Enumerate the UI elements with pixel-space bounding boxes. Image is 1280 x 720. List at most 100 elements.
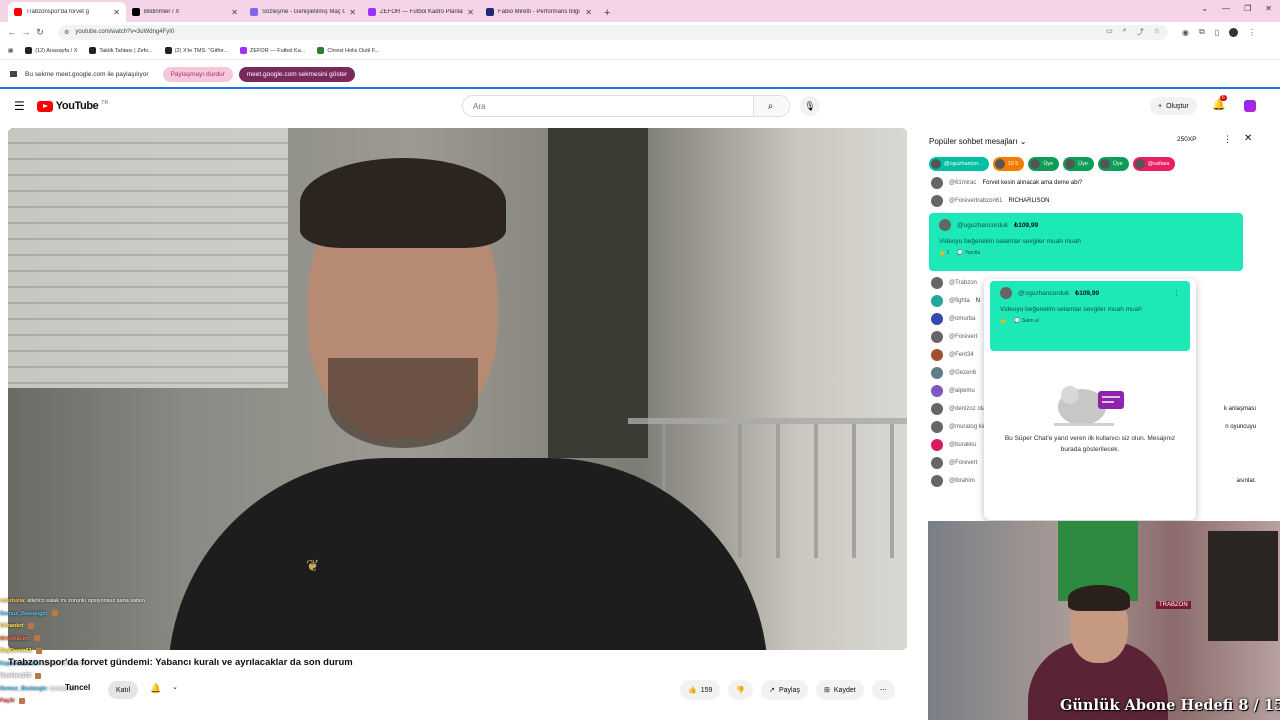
dislike-button[interactable]: 👎	[728, 680, 754, 700]
x-favicon-icon	[164, 47, 172, 54]
chat-mode-dropdown[interactable]: Popüler sohbet mesajları ⌄	[929, 137, 1026, 146]
share-button[interactable]: ↗ Paylaş	[761, 680, 809, 700]
forward-icon[interactable]: →	[20, 27, 32, 37]
ticker-item[interactable]: @oguzhancor...	[929, 157, 989, 171]
create-button[interactable]: + Oluştur	[1150, 97, 1197, 115]
bookmark-item[interactable]: (2) X'te TMS: "Gitfor...	[164, 47, 228, 54]
emote-icon	[36, 647, 43, 654]
emote-icon	[33, 635, 40, 642]
super-chat-message[interactable]: @oguzhancorduk ₺109,99 Videoyu beğenelim …	[929, 213, 1243, 271]
back-icon[interactable]: ←	[6, 27, 18, 37]
profile-avatar[interactable]	[1229, 27, 1239, 37]
share-icon[interactable]: ⤴	[1137, 27, 1144, 37]
channel-avatar[interactable]	[1244, 100, 1256, 112]
site-info-icon[interactable]: ⚙	[64, 29, 69, 36]
browser-tab[interactable]: Fabio Miretti - Performans bilgi ✕	[480, 2, 598, 22]
bookmark-star-icon[interactable]: ☆	[1154, 27, 1160, 37]
close-window-icon[interactable]: ✕	[1265, 4, 1272, 13]
site-favicon-icon	[317, 47, 325, 54]
cast-icon[interactable]: ▭	[1106, 27, 1113, 37]
subscribe-bell-icon[interactable]: 🔔	[150, 683, 161, 694]
like-count[interactable]: 👍 1	[939, 250, 949, 256]
bookmark-item[interactable]: Taktik Tahtası | Zefo...	[89, 47, 153, 54]
apps-grid-icon[interactable]: ▦	[8, 48, 13, 54]
browser-tab[interactable]: ZEFOR — Futbol Kadro Planları ✕	[362, 2, 480, 22]
chat-more-icon[interactable]: ⋮	[1223, 134, 1232, 145]
close-tab-icon[interactable]: ✕	[585, 8, 592, 17]
reply-button[interactable]: 💬 Yanıtla	[957, 250, 980, 256]
avatar	[931, 331, 943, 343]
menu-hamburger-icon[interactable]: ☰	[14, 99, 25, 113]
close-tab-icon[interactable]: ✕	[113, 8, 120, 17]
chat-message[interactable]: @Forevertrabzon61 RICHARLISON	[923, 192, 1266, 210]
tab-search-icon[interactable]: ⌄	[1201, 4, 1208, 13]
join-button[interactable]: Katıl	[108, 681, 139, 699]
url-text: youtube.com/watch?v=3uWdng4FyI0	[75, 29, 175, 35]
bookmark-item[interactable]: Chrest Holis Outil F...	[317, 47, 379, 54]
show-meet-tab-button[interactable]: meet.google.com sekmesini göster	[238, 66, 356, 82]
youtube-logo[interactable]: YouTube TR	[36, 100, 108, 112]
address-bar[interactable]: ⚙ youtube.com/watch?v=3uWdng4FyI0 ▭ ⌕ ⤴ …	[58, 24, 1168, 40]
close-chat-icon[interactable]: ✕	[1244, 133, 1252, 144]
youtube-play-icon	[36, 100, 53, 112]
tiktok-favicon-icon	[89, 47, 97, 54]
avatar	[931, 277, 943, 289]
restore-icon[interactable]: ❐	[1244, 4, 1251, 13]
laurel-logo-icon: ❦	[306, 558, 320, 575]
ticker-item[interactable]: Üye	[1097, 157, 1129, 171]
like-button[interactable]: 👍 159	[680, 680, 721, 700]
trabzon-sign: TRABZON	[1156, 601, 1191, 609]
popup-more-icon[interactable]: ⋮	[1174, 289, 1181, 297]
emote-icon	[27, 622, 34, 629]
reload-icon[interactable]: ↻	[34, 27, 46, 38]
chat-message[interactable]: @61mirac Forvet kesin alınacak ama deme a…	[923, 174, 1266, 192]
plus-icon: +	[1158, 102, 1163, 110]
extension-icon[interactable]: ◉	[1182, 28, 1189, 37]
microphone-icon[interactable]: 🎙	[800, 96, 820, 116]
browser-tab[interactable]: Sözleşme - Genişletilmiş Maç Ö ✕	[244, 2, 362, 22]
save-button[interactable]: ⊞ Kaydet	[816, 680, 864, 700]
super-chat-author: @oguzhancorduk	[957, 221, 1009, 229]
browser-tab[interactable]: Trabzonspor'da forvet g ✕	[8, 2, 126, 22]
like-icon[interactable]: 👍	[1000, 318, 1006, 324]
sidebar-icon[interactable]: ▯	[1215, 28, 1219, 37]
new-tab-button[interactable]: +	[598, 7, 616, 22]
ticker-item[interactable]: Üye	[1063, 157, 1094, 171]
search-input[interactable]	[463, 101, 753, 111]
bookmarks-bar: ▦ (12) Anasayfa / X Taktik Tahtası | Zef…	[0, 42, 1280, 60]
close-tab-icon[interactable]: ✕	[467, 8, 474, 17]
extensions-puzzle-icon[interactable]: ⧉	[1199, 27, 1205, 37]
tab-label: Sözleşme - Genişletilmiş Maç Ö	[262, 9, 346, 15]
menu-dots-icon[interactable]: ⋮	[1248, 28, 1256, 37]
overlay-chat-line: Orhankrt:	[0, 620, 270, 633]
ticker-item[interactable]: @safasa	[1132, 157, 1176, 171]
video-actions-row: Tuncel Katıl 🔔 ⌄ 👍 159 👎 ↗ Paylaş ⊞ Kaydet …	[0, 679, 910, 703]
close-tab-icon[interactable]: ✕	[349, 8, 356, 17]
ticker-item[interactable]: Üye	[1028, 157, 1060, 171]
tab-sharing-bar: Bu sekme meet.google.com ile paylaşılıyo…	[0, 61, 1280, 89]
overlay-chat-line: BayDemir61:	[0, 645, 270, 658]
popup-super-chat: @oguzhancorduk ₺109,99 ⋮ Videoyu beğenelim…	[990, 281, 1190, 351]
bookmark-item[interactable]: (12) Anasayfa / X	[25, 47, 77, 54]
buy-button[interactable]: 💬 Satın al	[1014, 318, 1039, 324]
youtube-wordmark: YouTube	[55, 100, 99, 112]
close-tab-icon[interactable]: ✕	[231, 8, 238, 17]
webcam-overlay: TRABZON Günlük Abone Hedefi 8 / 15	[928, 521, 1280, 720]
stop-sharing-button[interactable]: Paylaşmayı durdur	[162, 66, 233, 82]
search-icon[interactable]: ⌕	[753, 96, 787, 116]
more-actions-button[interactable]: ⋯	[871, 680, 895, 700]
zoom-icon[interactable]: ⌕	[1123, 27, 1127, 37]
ticker-item[interactable]: 10 5	[992, 157, 1025, 171]
engagement-buttons: 👍 159 👎 ↗ Paylaş ⊞ Kaydet ⋯	[680, 680, 895, 700]
tab-label: ZEFOR — Futbol Kadro Planları	[380, 9, 464, 15]
site-favicon-icon	[250, 8, 258, 16]
avatar	[931, 349, 943, 361]
minimize-icon[interactable]: —	[1222, 4, 1230, 13]
super-chat-ticker: @oguzhancor... 10 5 Üye Üye Üye @safasa	[923, 154, 1266, 174]
channel-name[interactable]: Tuncel	[65, 683, 90, 692]
zefor-favicon-icon	[368, 8, 376, 16]
bookmark-item[interactable]: ZEFOR — Futbol Ka...	[240, 47, 305, 54]
chevron-down-icon[interactable]: ⌄	[172, 683, 178, 691]
video-player[interactable]: ❦	[8, 128, 907, 650]
browser-tab[interactable]: Bildirimler / X ✕	[126, 2, 244, 22]
